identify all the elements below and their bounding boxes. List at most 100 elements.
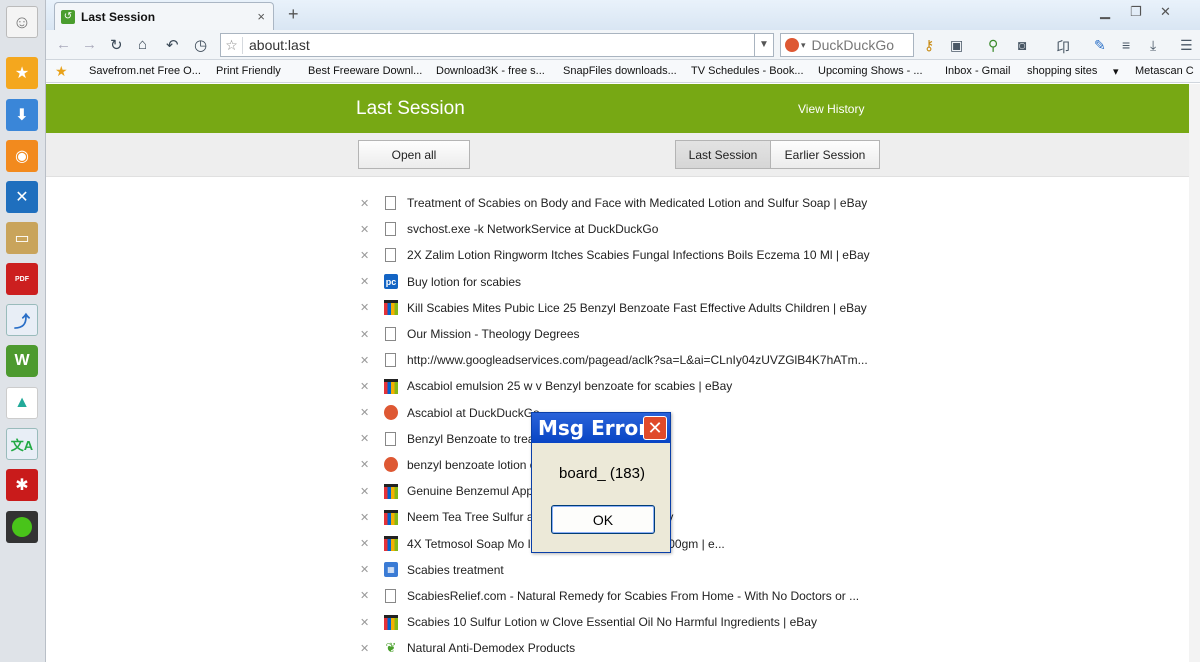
- pdfescape-icon[interactable]: PDF: [6, 263, 38, 295]
- save-icon[interactable]: ▣: [950, 37, 963, 54]
- tools-icon[interactable]: ✕: [6, 181, 38, 213]
- session-row[interactable]: ✕ svchost.exe -k NetworkService at DuckDu…: [360, 216, 920, 242]
- session-title[interactable]: Benzyl Benzoate to trea: [407, 432, 534, 446]
- search-page-icon[interactable]: ⚲: [988, 37, 998, 54]
- view-history-link[interactable]: View History: [798, 102, 864, 116]
- forward-icon[interactable]: →: [82, 36, 97, 53]
- session-title[interactable]: Natural Anti-Demodex Products: [407, 641, 575, 655]
- session-row[interactable]: ✕ http://www.googleadservices.com/pagead/…: [360, 347, 920, 373]
- bookmark-item[interactable]: Download3K - free s...: [436, 65, 545, 77]
- minimize-icon[interactable]: ▁: [1100, 4, 1110, 20]
- remove-row-icon[interactable]: ✕: [360, 642, 374, 655]
- undo-close-icon[interactable]: ↶: [166, 36, 179, 54]
- remove-row-icon[interactable]: ✕: [360, 275, 374, 288]
- rss-icon[interactable]: ◉: [6, 140, 38, 172]
- session-row[interactable]: ✕ ▦ Scabies treatment: [360, 557, 920, 583]
- drive-icon[interactable]: ▲: [6, 387, 38, 419]
- search-bar[interactable]: ▾ DuckDuckGo: [780, 33, 914, 57]
- downloads-icon[interactable]: ⤓: [1150, 37, 1156, 54]
- camera-icon[interactable]: ◙: [1018, 37, 1026, 53]
- session-row[interactable]: ✕ 2X Zalim Lotion Ringworm Itches Scabies…: [360, 242, 920, 268]
- bookmark-item[interactable]: Metascan C: [1135, 65, 1194, 77]
- dialog-titlebar[interactable]: Msg Error ✕: [532, 413, 670, 443]
- tab-last-session-button[interactable]: Last Session: [675, 140, 771, 169]
- url-dropdown-icon[interactable]: ▼: [754, 33, 774, 57]
- bookmarks-star-icon[interactable]: ★: [6, 57, 38, 89]
- bookmark-item[interactable]: SnapFiles downloads...: [563, 65, 677, 77]
- key-icon[interactable]: ⚷: [924, 37, 934, 54]
- remove-row-icon[interactable]: ✕: [360, 485, 374, 498]
- smiley-icon[interactable]: ☺: [6, 6, 38, 38]
- more-icon[interactable]: ≡: [1122, 37, 1130, 53]
- tab-close-icon[interactable]: ×: [257, 9, 265, 24]
- session-title[interactable]: Scabies treatment: [407, 563, 504, 577]
- session-row[interactable]: ✕ Kill Scabies Mites Pubic Lice 25 Benzyl…: [360, 295, 920, 321]
- remove-row-icon[interactable]: ✕: [360, 511, 374, 524]
- remove-row-icon[interactable]: ✕: [360, 197, 374, 210]
- bookmark-item[interactable]: TV Schedules - Book...: [691, 65, 804, 77]
- bookmark-item[interactable]: Best Freeware Downl...: [308, 65, 422, 77]
- remove-row-icon[interactable]: ✕: [360, 249, 374, 262]
- menu-icon[interactable]: ☰: [1180, 37, 1193, 54]
- ok-button[interactable]: OK: [551, 505, 655, 534]
- session-title[interactable]: 2X Zalim Lotion Ringworm Itches Scabies …: [407, 248, 870, 262]
- session-row[interactable]: ✕ ScabiesRelief.com - Natural Remedy for …: [360, 583, 920, 609]
- search-engine-dropdown-icon[interactable]: ▾: [801, 40, 806, 51]
- lastpass-icon[interactable]: ✱: [6, 469, 38, 501]
- translate-icon[interactable]: 文A: [6, 428, 38, 460]
- search-input[interactable]: DuckDuckGo: [812, 37, 894, 53]
- remove-row-icon[interactable]: ✕: [360, 537, 374, 550]
- remove-row-icon[interactable]: ✕: [360, 589, 374, 602]
- session-title[interactable]: Ascabiol emulsion 25 w v Benzyl benzoate…: [407, 379, 732, 393]
- bookmarks-star-icon[interactable]: ★: [55, 63, 68, 80]
- translate-toolbar-icon[interactable]: 卬: [1056, 37, 1070, 57]
- session-title[interactable]: Genuine Benzemul App: [407, 484, 533, 498]
- url-text[interactable]: about:last: [249, 37, 310, 53]
- remove-row-icon[interactable]: ✕: [360, 432, 374, 445]
- new-tab-button[interactable]: +: [288, 4, 299, 25]
- open-all-button[interactable]: Open all: [358, 140, 470, 169]
- bookmark-item[interactable]: Print Friendly: [216, 65, 281, 77]
- session-row[interactable]: ✕ Scabies 10 Sulfur Lotion w Clove Essent…: [360, 609, 920, 635]
- address-bar[interactable]: ☆ about:last: [220, 33, 774, 57]
- dialog-close-icon[interactable]: ✕: [643, 416, 667, 440]
- session-title[interactable]: Kill Scabies Mites Pubic Lice 25 Benzyl …: [407, 301, 867, 315]
- w-app-icon[interactable]: W: [6, 345, 38, 377]
- remove-row-icon[interactable]: ✕: [360, 354, 374, 367]
- remove-row-icon[interactable]: ✕: [360, 616, 374, 629]
- notes-icon[interactable]: ▭: [6, 222, 38, 254]
- remove-row-icon[interactable]: ✕: [360, 458, 374, 471]
- remove-row-icon[interactable]: ✕: [360, 380, 374, 393]
- session-row[interactable]: ✕ ❦ Natural Anti-Demodex Products: [360, 635, 920, 661]
- session-title[interactable]: http://www.googleadservices.com/pagead/a…: [407, 353, 868, 367]
- session-title[interactable]: svchost.exe -k NetworkService at DuckDuc…: [407, 222, 658, 236]
- window-close-icon[interactable]: ✕: [1160, 4, 1171, 20]
- bookmark-item[interactable]: Savefrom.net Free O...: [89, 65, 201, 77]
- scrollbar[interactable]: [1189, 84, 1200, 662]
- session-row[interactable]: ✕ Ascabiol emulsion 25 w v Benzyl benzoat…: [360, 373, 920, 399]
- history-clock-icon[interactable]: ◷: [194, 36, 207, 54]
- tab-earlier-session-button[interactable]: Earlier Session: [770, 140, 880, 169]
- session-title[interactable]: ScabiesRelief.com - Natural Remedy for S…: [407, 589, 859, 603]
- curve-arrow-icon[interactable]: ⤴: [6, 304, 38, 336]
- edit-icon[interactable]: ✎: [1094, 37, 1106, 54]
- bookmark-item[interactable]: Inbox - Gmail: [945, 65, 1010, 77]
- session-title[interactable]: Ascabiol at DuckDuckGo: [407, 406, 540, 420]
- session-row[interactable]: ✕ Our Mission - Theology Degrees: [360, 321, 920, 347]
- bookmark-item[interactable]: Upcoming Shows - ...: [818, 65, 923, 77]
- download-icon[interactable]: ⬇: [6, 99, 38, 131]
- session-title[interactable]: benzyl benzoate lotion o: [407, 458, 536, 472]
- remove-row-icon[interactable]: ✕: [360, 563, 374, 576]
- session-row[interactable]: ✕ pc Buy lotion for scabies: [360, 269, 920, 295]
- session-title[interactable]: Treatment of Scabies on Body and Face wi…: [407, 196, 867, 210]
- reload-icon[interactable]: ↻: [110, 36, 123, 54]
- restore-icon[interactable]: ❐: [1130, 4, 1142, 20]
- green-dot-icon[interactable]: [6, 511, 38, 543]
- tab-last-session[interactable]: ↺ Last Session ×: [54, 2, 274, 30]
- back-icon[interactable]: ←: [56, 36, 71, 53]
- session-title[interactable]: Scabies 10 Sulfur Lotion w Clove Essenti…: [407, 615, 817, 629]
- remove-row-icon[interactable]: ✕: [360, 328, 374, 341]
- session-title[interactable]: Our Mission - Theology Degrees: [407, 327, 580, 341]
- session-title[interactable]: Buy lotion for scabies: [407, 275, 521, 289]
- remove-row-icon[interactable]: ✕: [360, 223, 374, 236]
